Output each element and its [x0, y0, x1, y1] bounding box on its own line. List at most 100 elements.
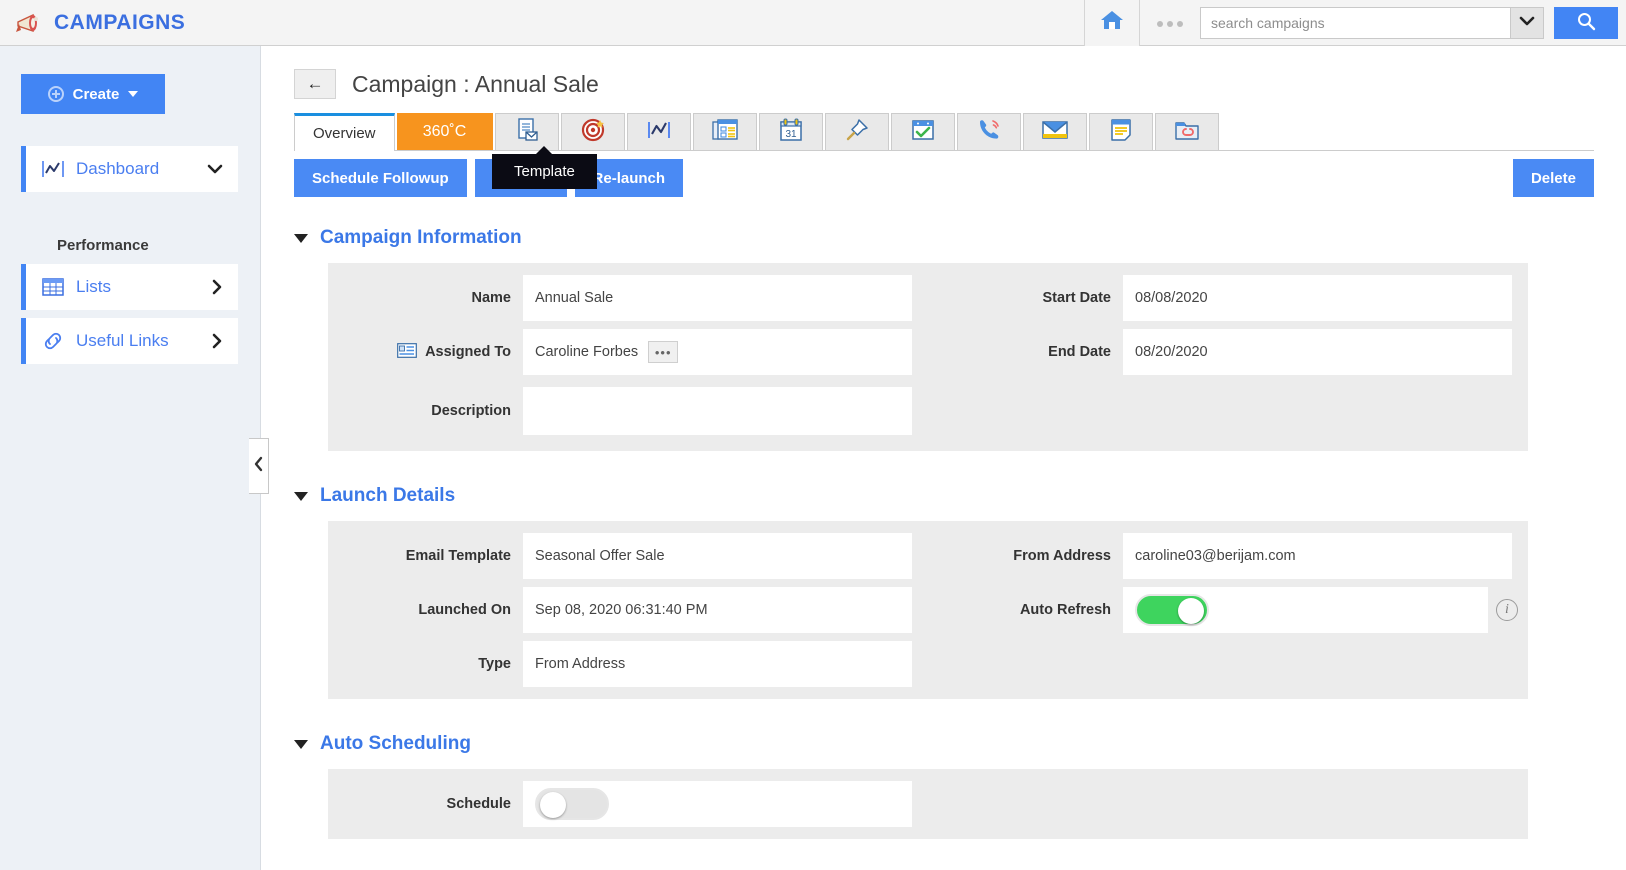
field-label: Start Date — [928, 290, 1123, 306]
home-icon — [1099, 8, 1125, 37]
name-field[interactable]: Annual Sale — [523, 275, 912, 321]
assigned-to-lookup-button[interactable]: ••• — [648, 341, 678, 363]
sidebar-collapse-handle[interactable] — [249, 438, 269, 494]
tab-tasks[interactable] — [891, 113, 955, 150]
launched-on-field[interactable]: Sep 08, 2020 06:31:40 PM — [523, 587, 912, 633]
type-field[interactable]: From Address — [523, 641, 912, 687]
field-column-right: Start Date 08/08/2020 End Date 08/20/202… — [928, 271, 1528, 443]
search-button[interactable] — [1554, 7, 1618, 39]
chevron-down-icon — [294, 492, 308, 501]
brand-title: CAMPAIGNS — [54, 11, 185, 35]
field-panel: Schedule — [328, 769, 1528, 839]
field-row-name: Name Annual Sale — [328, 271, 928, 325]
tab-emails[interactable] — [1023, 113, 1087, 150]
schedule-toggle[interactable] — [535, 788, 609, 820]
contact-card-icon — [397, 343, 417, 362]
field-row-description: Description — [328, 379, 928, 443]
plus-circle-icon — [48, 86, 64, 102]
field-label: Description — [328, 403, 523, 419]
field-column-left: Name Annual Sale — [328, 271, 928, 443]
search-input[interactable] — [1200, 7, 1510, 39]
field-label: Auto Refresh — [928, 602, 1123, 618]
chevron-down-icon — [206, 162, 224, 176]
page-header: ← Campaign : Annual Sale — [262, 46, 1626, 102]
section-header[interactable]: Campaign Information — [294, 227, 1594, 249]
field-label: Schedule — [328, 796, 523, 812]
tab-label: Overview — [313, 125, 376, 142]
chevron-left-icon — [253, 456, 265, 477]
tab-360[interactable]: 360˚C — [397, 113, 493, 150]
tab-calendar[interactable]: 31 — [759, 113, 823, 150]
section-launch-details: Launch Details Email Template Seasonal O… — [294, 485, 1594, 699]
sidebar-item-useful-links[interactable]: Useful Links — [21, 318, 238, 364]
back-button[interactable]: ← — [294, 69, 336, 99]
assigned-to-field[interactable]: Caroline Forbes ••• — [523, 329, 912, 375]
tab-bar: Overview 360˚C — [294, 114, 1594, 151]
delete-button[interactable]: Delete — [1513, 159, 1594, 197]
envelope-icon — [1041, 119, 1069, 146]
action-buttons-left: Schedule Followup Refresh Re-launch — [294, 159, 683, 197]
chevron-down-icon — [294, 740, 308, 749]
field-row-email-template: Email Template Seasonal Offer Sale — [328, 529, 928, 583]
sidebar-subitem-label: Performance — [57, 237, 149, 254]
field-label: Email Template — [328, 548, 523, 564]
field-label-wrap: Assigned To — [328, 343, 523, 362]
caret-down-icon — [128, 91, 138, 97]
tab-notes[interactable] — [1089, 113, 1153, 150]
tab-calls[interactable] — [957, 113, 1021, 150]
end-date-field[interactable]: 08/20/2020 — [1123, 329, 1512, 375]
field-column-right — [928, 777, 1528, 831]
description-field[interactable] — [523, 387, 912, 435]
tab-analytics[interactable] — [627, 113, 691, 150]
start-date-field[interactable]: 08/08/2020 — [1123, 275, 1512, 321]
field-column-left: Schedule — [328, 777, 928, 831]
field-row-launched-on: Launched On Sep 08, 2020 06:31:40 PM — [328, 583, 928, 637]
top-bar: CAMPAIGNS — [0, 0, 1626, 46]
tab-attachments[interactable] — [1155, 113, 1219, 150]
field-row-auto-refresh: Auto Refresh i — [928, 583, 1528, 637]
chevron-right-icon — [210, 332, 224, 350]
create-button-label: Create — [73, 86, 120, 103]
main-content: ← Campaign : Annual Sale Overview 360˚C — [262, 46, 1626, 870]
section-title: Campaign Information — [320, 227, 522, 249]
more-options-button[interactable] — [1140, 0, 1200, 46]
page-title: Campaign : Annual Sale — [352, 71, 599, 98]
field-panel: Email Template Seasonal Offer Sale Launc… — [328, 521, 1528, 699]
sidebar-subitem-performance[interactable]: Performance — [21, 228, 238, 262]
template-tooltip: Template — [492, 154, 597, 189]
from-address-field[interactable]: caroline03@berijam.com — [1123, 533, 1512, 579]
link-icon — [40, 331, 66, 351]
search-bar — [1200, 7, 1618, 39]
tab-pushpin[interactable] — [825, 113, 889, 150]
tab-overview[interactable]: Overview — [294, 113, 395, 151]
home-button[interactable] — [1084, 0, 1140, 46]
field-label: Assigned To — [425, 344, 511, 360]
info-icon[interactable]: i — [1496, 599, 1518, 621]
search-scope-dropdown[interactable] — [1510, 7, 1544, 39]
field-column-left: Email Template Seasonal Offer Sale Launc… — [328, 529, 928, 691]
tab-news[interactable] — [693, 113, 757, 150]
brand: CAMPAIGNS — [0, 0, 185, 46]
field-row-end-date: End Date 08/20/2020 — [928, 325, 1528, 379]
field-label: Type — [328, 656, 523, 672]
notes-icon — [1108, 117, 1134, 148]
auto-refresh-toggle[interactable] — [1135, 594, 1209, 626]
email-template-field[interactable]: Seasonal Offer Sale — [523, 533, 912, 579]
section-header[interactable]: Auto Scheduling — [294, 733, 1594, 755]
sidebar-item-dashboard[interactable]: Dashboard — [21, 146, 238, 192]
action-buttons-right: Delete — [1513, 159, 1594, 197]
tab-email-document[interactable] — [495, 113, 559, 150]
section-header[interactable]: Launch Details — [294, 485, 1594, 507]
more-dots-icon — [1155, 14, 1185, 32]
schedule-followup-button[interactable]: Schedule Followup — [294, 159, 467, 197]
field-label: Name — [328, 290, 523, 306]
chevron-down-icon — [1519, 14, 1535, 32]
search-icon — [1576, 11, 1596, 34]
create-button[interactable]: Create — [21, 74, 165, 114]
tab-target[interactable] — [561, 113, 625, 150]
sidebar-item-lists[interactable]: Lists — [21, 264, 238, 310]
pushpin-icon — [844, 117, 870, 148]
sidebar: Create Dashboard Performance — [0, 46, 261, 870]
target-icon — [580, 117, 606, 148]
megaphone-icon — [14, 10, 44, 36]
